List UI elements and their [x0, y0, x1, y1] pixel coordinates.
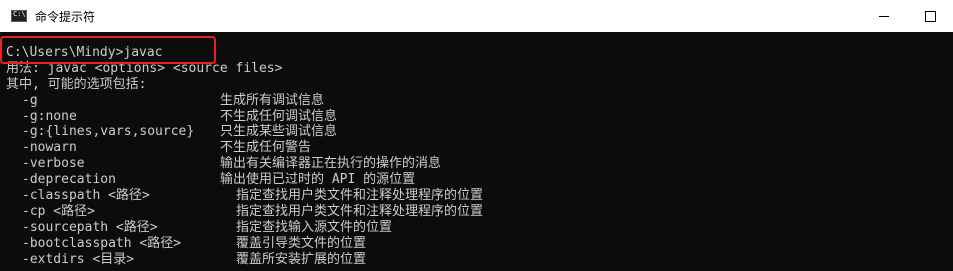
option-desc: 指定查找用户类文件和注释处理程序的位置	[236, 203, 484, 219]
option-name: -deprecation	[22, 172, 116, 188]
option-row: -verbose 输出有关编译器正在执行的操作的消息	[6, 156, 953, 172]
option-row: -g 生成所有调试信息	[6, 93, 953, 109]
option-desc: 生成所有调试信息	[220, 92, 325, 108]
option-row: -deprecation 输出使用已过时的 API 的源位置	[6, 172, 953, 188]
option-desc: 覆盖所安装扩展的位置	[236, 251, 367, 267]
option-row: -g:none 不生成任何调试信息	[6, 109, 953, 125]
maximize-icon	[924, 10, 936, 22]
option-desc: 指定查找输入源文件的位置	[236, 219, 393, 235]
option-desc: 指定查找用户类文件和注释处理程序的位置	[236, 188, 484, 204]
option-row: -g:{lines,vars,source} 只生成某些调试信息	[6, 124, 953, 140]
option-row: -classpath <路径> 指定查找用户类文件和注释处理程序的位置	[6, 188, 953, 204]
option-name: -bootclasspath <路径>	[22, 235, 182, 251]
option-name: -cp <路径>	[22, 203, 95, 219]
option-desc: 输出使用已过时的 API 的源位置	[220, 172, 416, 188]
option-name: -nowarn	[22, 140, 77, 156]
option-desc: 只生成某些调试信息	[220, 124, 338, 140]
window-controls	[861, 0, 953, 32]
option-name: -g:none	[22, 108, 77, 124]
cmd-window: 命令提示符 C:\Users\Mindy>javac 用法: javac <op…	[0, 0, 953, 271]
minimize-button[interactable]	[861, 0, 907, 32]
cmd-icon	[11, 10, 27, 22]
option-row: -nowarn 不生成任何警告	[6, 140, 953, 156]
option-desc: 不生成任何调试信息	[220, 108, 338, 124]
options-header: 其中, 可能的选项包括:	[6, 76, 147, 92]
option-name: -extdirs <目录>	[22, 251, 135, 267]
option-row: -bootclasspath <路径> 覆盖引导类文件的位置	[6, 236, 953, 252]
option-desc: 不生成任何警告	[220, 140, 312, 156]
maximize-button[interactable]	[907, 0, 953, 32]
option-desc: 覆盖引导类文件的位置	[236, 235, 367, 251]
console-output[interactable]: C:\Users\Mindy>javac 用法: javac <options>…	[0, 32, 953, 271]
option-row: -extdirs <目录> 覆盖所安装扩展的位置	[6, 252, 953, 268]
highlight-annotation-box	[0, 36, 216, 64]
option-name: -g:{lines,vars,source}	[22, 124, 195, 140]
window-title: 命令提示符	[35, 9, 96, 24]
option-name: -classpath <路径>	[22, 188, 150, 204]
option-desc: 输出有关编译器正在执行的操作的消息	[220, 156, 442, 172]
option-name: -sourcepath <路径>	[22, 219, 158, 235]
minimize-icon	[879, 15, 889, 17]
title-bar[interactable]: 命令提示符	[0, 0, 953, 32]
option-name: -verbose	[22, 156, 85, 172]
option-name: -g	[22, 92, 38, 108]
option-row: -cp <路径> 指定查找用户类文件和注释处理程序的位置	[6, 204, 953, 220]
option-row: -sourcepath <路径> 指定查找输入源文件的位置	[6, 220, 953, 236]
